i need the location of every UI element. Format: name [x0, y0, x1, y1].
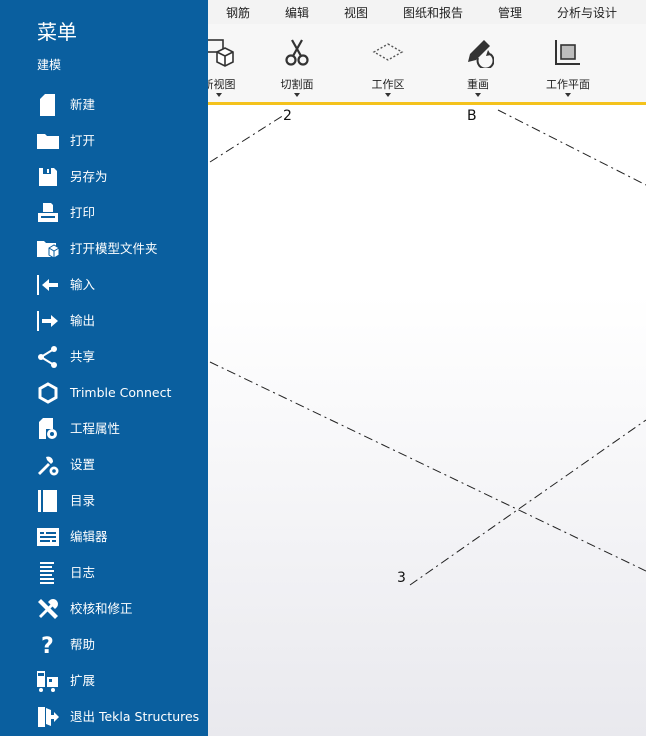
menu-item-label: 校核和修正 [70, 601, 133, 616]
menu-item-editor[interactable]: 编辑器 [0, 519, 208, 555]
menu-item-label: 编辑器 [70, 529, 108, 544]
ribbon-toolbar: 新视图 切割面 工作区 重画 工作平面 [203, 24, 646, 105]
help-icon: ? [36, 632, 70, 658]
menu-item-label: 工程属性 [70, 421, 121, 436]
grid-line-3 [409, 419, 646, 586]
print-icon [36, 200, 70, 226]
tab-manage[interactable]: 管理 [498, 4, 522, 21]
model-viewport[interactable]: 2 B 3 [208, 105, 646, 736]
menu-item-open-model-folder[interactable]: 打开模型文件夹 [0, 231, 208, 267]
redraw-label: 重画 [467, 78, 489, 91]
work-plane-label: 工作平面 [546, 78, 590, 91]
exit-icon [36, 704, 70, 730]
file-menu-panel: 菜单 建模 新建 打开 另存为 打印 打开模型文件夹 输入 输出 共享 Trim… [0, 0, 208, 736]
check-fix-icon [36, 596, 70, 622]
menu-item-share[interactable]: 共享 [0, 339, 208, 375]
save-icon [36, 164, 70, 190]
work-plane-icon [555, 40, 580, 65]
menu-title: 菜单 [37, 20, 77, 44]
ribbon-tab-bar: 钢筋 编辑 视图 图纸和报告 管理 分析与设计 [208, 0, 646, 26]
model-folder-icon [36, 236, 70, 262]
grid-label-b: B [467, 108, 477, 124]
menu-item-log[interactable]: 日志 [0, 555, 208, 591]
menu-item-catalog[interactable]: 目录 [0, 483, 208, 519]
tab-drawings-reports[interactable]: 图纸和报告 [403, 4, 463, 21]
menu-item-label: 另存为 [70, 169, 108, 184]
export-icon [36, 308, 70, 334]
menu-item-import[interactable]: 输入 [0, 267, 208, 303]
work-area-label: 工作区 [371, 78, 405, 91]
menu-item-extensions[interactable]: 扩展 [0, 663, 208, 699]
cut-plane-label: 切割面 [280, 78, 314, 91]
menu-item-save-as[interactable]: 另存为 [0, 159, 208, 195]
menu-item-label: 扩展 [70, 673, 96, 688]
menu-item-label: 新建 [70, 97, 96, 112]
redraw-icon [468, 40, 494, 68]
menu-item-print[interactable]: 打印 [0, 195, 208, 231]
share-icon [36, 344, 70, 370]
trimble-connect-icon [36, 380, 70, 406]
chevron-down-icon [216, 93, 222, 97]
menu-item-check-fix[interactable]: 校核和修正 [0, 591, 208, 627]
menu-item-label: 设置 [70, 457, 96, 472]
menu-item-new[interactable]: 新建 [0, 87, 208, 123]
new-file-icon [36, 92, 70, 118]
settings-icon [36, 452, 70, 478]
menu-item-help[interactable]: ? 帮助 [0, 627, 208, 663]
work-plane-button[interactable]: 工作平面 [533, 36, 603, 97]
tab-edit[interactable]: 编辑 [285, 4, 309, 21]
project-properties-icon [36, 416, 70, 442]
menu-item-exit[interactable]: 退出 Tekla Structures [0, 699, 208, 735]
menu-item-label: Trimble Connect [70, 385, 172, 400]
tab-analysis-design[interactable]: 分析与设计 [557, 4, 617, 21]
grid-lines [209, 109, 646, 586]
cut-plane-button[interactable]: 切割面 [262, 36, 332, 97]
folder-icon [36, 128, 70, 154]
redraw-button[interactable]: 重画 [443, 36, 513, 97]
menu-item-label: 帮助 [70, 637, 96, 652]
log-icon [36, 560, 70, 586]
menu-item-label: 打开 [70, 133, 96, 148]
catalog-icon [36, 488, 70, 514]
menu-item-label: 打印 [70, 205, 96, 220]
grid-label-3: 3 [397, 570, 406, 586]
menu-item-label: 日志 [70, 565, 96, 580]
work-area-button[interactable]: 工作区 [353, 36, 423, 97]
menu-item-label: 目录 [70, 493, 96, 508]
grid-line-2 [209, 114, 285, 163]
chevron-down-icon [475, 93, 481, 97]
menu-list: 新建 打开 另存为 打印 打开模型文件夹 输入 输出 共享 Trimble Co… [0, 87, 208, 735]
svg-text:?: ? [41, 634, 54, 657]
menu-item-label: 共享 [70, 349, 96, 364]
chevron-down-icon [385, 93, 391, 97]
menu-subtitle: 建模 [37, 58, 62, 72]
extensions-icon [36, 668, 70, 694]
grid-label-2: 2 [283, 108, 292, 124]
menu-item-label: 退出 Tekla Structures [70, 709, 200, 724]
grid-line-diagonal [209, 361, 646, 572]
menu-item-label: 输入 [70, 277, 96, 292]
menu-item-trimble-connect[interactable]: Trimble Connect [0, 375, 208, 411]
menu-item-label: 打开模型文件夹 [70, 241, 158, 256]
chevron-down-icon [294, 93, 300, 97]
menu-item-settings[interactable]: 设置 [0, 447, 208, 483]
tab-rebar[interactable]: 钢筋 [226, 4, 250, 21]
import-icon [36, 272, 70, 298]
grid-line-b [497, 109, 646, 186]
chevron-down-icon [565, 93, 571, 97]
menu-item-project-properties[interactable]: 工程属性 [0, 411, 208, 447]
tab-view[interactable]: 视图 [331, 4, 372, 26]
work-area-icon [372, 43, 404, 61]
scissors-icon [285, 39, 309, 66]
menu-item-export[interactable]: 输出 [0, 303, 208, 339]
menu-item-open[interactable]: 打开 [0, 123, 208, 159]
menu-item-label: 输出 [70, 313, 96, 328]
editor-icon [36, 524, 70, 550]
